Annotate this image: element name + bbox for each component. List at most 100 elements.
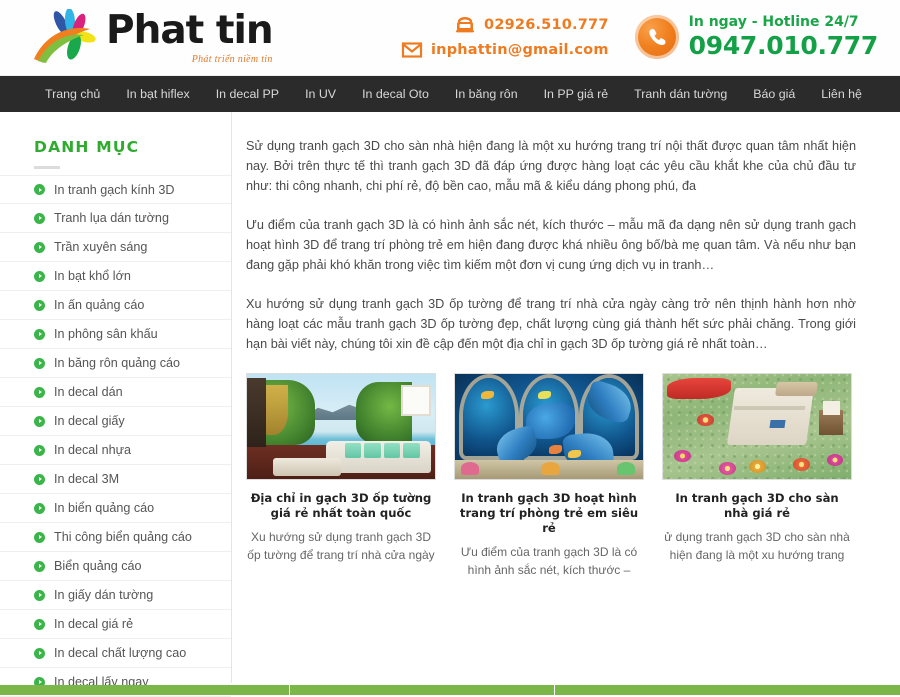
- article-card[interactable]: Địa chỉ in gạch 3D ốp tường giá rẻ nhất …: [246, 373, 436, 579]
- article-paragraph-2: Ưu điểm của tranh gạch 3D là có hình ảnh…: [246, 218, 856, 272]
- sidebar-item-in-decal-chat-luong-cao[interactable]: In decal chất lượng cao: [0, 639, 231, 668]
- sidebar-title-underline: [34, 166, 60, 169]
- telephone-icon: [454, 16, 476, 34]
- nav-item-bao-gia[interactable]: Báo giá: [740, 76, 808, 112]
- sidebar-item-label: In bạt khổ lớn: [54, 269, 131, 283]
- sidebar-item-label: In decal 3M: [54, 472, 120, 486]
- nav-item-in-decal-pp[interactable]: In decal PP: [203, 76, 292, 112]
- arrow-circle-icon: [34, 184, 45, 195]
- sidebar-item-in-tranh-gach-kinh-3d[interactable]: In tranh gạch kính 3D: [0, 175, 231, 204]
- sidebar-item-bien-quang-cao[interactable]: Biển quảng cáo: [0, 552, 231, 581]
- sidebar: DANH MỤC In tranh gạch kính 3D Tranh lụa…: [0, 112, 232, 697]
- nav-item-in-bat-hiflex[interactable]: In bạt hiflex: [113, 76, 202, 112]
- nav-item-in-bang-ron[interactable]: In băng rôn: [442, 76, 531, 112]
- article-card-title[interactable]: Địa chỉ in gạch 3D ốp tường giá rẻ nhất …: [246, 491, 436, 521]
- main-navigation: Trang chủ In bạt hiflex In decal PP In U…: [0, 76, 900, 112]
- sidebar-item-label: In phông sân khấu: [54, 327, 158, 341]
- arrow-circle-icon: [34, 212, 45, 224]
- arrow-circle-icon: [34, 647, 45, 659]
- sidebar-item-label: Thi công biển quảng cáo: [54, 530, 192, 544]
- sidebar-item-label: Trần xuyên sáng: [54, 240, 148, 254]
- sidebar-item-label: In decal giấy: [54, 414, 125, 428]
- hotline-label: In ngay - Hotline 24/7: [688, 14, 859, 31]
- sidebar-item-in-decal-dan[interactable]: In decal dán: [0, 378, 231, 407]
- sidebar-item-label: In ấn quảng cáo: [54, 298, 145, 312]
- sidebar-item-label: In biển quảng cáo: [54, 501, 155, 515]
- email-line[interactable]: inphattin@gmail.com: [401, 41, 609, 59]
- footer-segment: [555, 685, 900, 695]
- site-logo[interactable]: Phat tin Phát triển niềm tin: [30, 7, 274, 67]
- sidebar-item-in-decal-3m[interactable]: In decal 3M: [0, 465, 231, 494]
- article-card-excerpt: ử dụng tranh gạch 3D cho sàn nhà hiện đa…: [664, 530, 850, 562]
- phone-number: 02926.510.777: [484, 17, 609, 33]
- sidebar-item-label: In decal chất lượng cao: [54, 646, 187, 660]
- sidebar-item-in-decal-giay[interactable]: In decal giấy: [0, 407, 231, 436]
- sidebar-item-label: In decal giá rẻ: [54, 617, 134, 631]
- site-header: Phat tin Phát triển niềm tin 02926.510.7…: [0, 0, 900, 76]
- arrow-circle-icon: [34, 560, 45, 572]
- arrow-circle-icon: [34, 618, 45, 630]
- article-paragraph-3: Xu hướng sử dụng tranh gạch 3D ốp tường …: [246, 297, 856, 351]
- nav-item-in-pp-gia-re[interactable]: In PP giá rẻ: [531, 76, 622, 112]
- arrow-circle-icon: [34, 589, 45, 601]
- email-address: inphattin@gmail.com: [431, 42, 609, 58]
- sidebar-item-in-decal-gia-re[interactable]: In decal giá rẻ: [0, 610, 231, 639]
- article-card-title[interactable]: In tranh gạch 3D hoạt hình trang trí phò…: [454, 491, 644, 536]
- arrow-circle-icon: [34, 328, 45, 340]
- sidebar-item-label: In decal dán: [54, 385, 123, 399]
- hotline-number: 0947.010.777: [688, 31, 879, 61]
- sidebar-item-label: In băng rôn quảng cáo: [54, 356, 181, 370]
- article-card-title[interactable]: In tranh gạch 3D cho sàn nhà giá rẻ: [662, 491, 852, 521]
- nav-item-lien-he[interactable]: Liên hệ: [808, 76, 875, 112]
- sidebar-item-tran-xuyen-sang[interactable]: Trần xuyên sáng: [0, 233, 231, 262]
- page-root: Phat tin Phát triển niềm tin 02926.510.7…: [0, 0, 900, 697]
- arrow-circle-icon: [34, 357, 45, 369]
- content-area: DANH MỤC In tranh gạch kính 3D Tranh lụa…: [0, 112, 900, 697]
- hotline-block[interactable]: In ngay - Hotline 24/7 0947.010.777: [634, 14, 879, 61]
- nav-item-tranh-dan-tuong[interactable]: Tranh dán tường: [621, 76, 740, 112]
- sidebar-item-label: In tranh gạch kính 3D: [54, 182, 175, 197]
- arrow-circle-icon: [34, 444, 45, 456]
- arrow-circle-icon: [34, 473, 45, 485]
- sidebar-item-label: In decal nhựa: [54, 443, 132, 457]
- sidebar-item-in-decal-nhua[interactable]: In decal nhựa: [0, 436, 231, 465]
- sidebar-item-label: Tranh lụa dán tường: [54, 211, 169, 225]
- article-card-excerpt: Ưu điểm của tranh gạch 3D là có hình ảnh…: [460, 545, 638, 577]
- sidebar-item-in-phong-san-khau[interactable]: In phông sân khấu: [0, 320, 231, 349]
- phone-line[interactable]: 02926.510.777: [454, 16, 609, 34]
- article-card[interactable]: In tranh gạch 3D cho sàn nhà giá rẻ ử dụ…: [662, 373, 852, 579]
- sidebar-category-list: In tranh gạch kính 3D Tranh lụa dán tườn…: [0, 175, 231, 697]
- sidebar-item-thi-cong-bien-quang-cao[interactable]: Thi công biển quảng cáo: [0, 523, 231, 552]
- arrow-circle-icon: [34, 415, 45, 427]
- article-card[interactable]: In tranh gạch 3D hoạt hình trang trí phò…: [454, 373, 644, 579]
- article-card-excerpt: Xu hướng sử dụng tranh gạch 3D ốp tường …: [247, 530, 435, 562]
- article-thumbnail-living-room[interactable]: [246, 373, 436, 480]
- arrow-circle-icon: [34, 270, 45, 282]
- sidebar-item-in-bien-quang-cao[interactable]: In biển quảng cáo: [0, 494, 231, 523]
- footer-strip: [0, 685, 900, 695]
- related-articles-grid: Địa chỉ in gạch 3D ốp tường giá rẻ nhất …: [246, 373, 856, 579]
- nav-item-trang-chu[interactable]: Trang chủ: [32, 76, 113, 112]
- main-column: Sử dụng tranh gạch 3D cho sàn nhà hiện đ…: [232, 112, 900, 683]
- footer-segment: [290, 685, 555, 695]
- logo-wordmark: Phat tin: [106, 7, 274, 53]
- sidebar-item-tranh-lua-dan-tuong[interactable]: Tranh lụa dán tường: [0, 204, 231, 233]
- logo-slogan: Phát triển niềm tin: [191, 53, 273, 65]
- article-thumbnail-underwater[interactable]: [454, 373, 644, 480]
- sidebar-item-label: Biển quảng cáo: [54, 559, 142, 573]
- sidebar-item-in-an-quang-cao[interactable]: In ấn quảng cáo: [0, 291, 231, 320]
- sidebar-title: DANH MỤC: [34, 138, 140, 156]
- sidebar-item-in-bang-ron-quang-cao[interactable]: In băng rôn quảng cáo: [0, 349, 231, 378]
- arrow-circle-icon: [34, 386, 45, 398]
- arrow-circle-icon: [34, 502, 45, 514]
- sidebar-item-in-bat-kho-lon[interactable]: In bạt khổ lớn: [0, 262, 231, 291]
- sidebar-item-in-giay-dan-tuong[interactable]: In giấy dán tường: [0, 581, 231, 610]
- article-thumbnail-bedroom-floor[interactable]: [662, 373, 852, 480]
- logo-flower-icon: [30, 7, 104, 67]
- phone-handset-icon: [634, 15, 679, 60]
- nav-item-in-decal-oto[interactable]: In decal Oto: [349, 76, 442, 112]
- nav-item-in-uv[interactable]: In UV: [292, 76, 349, 112]
- arrow-circle-icon: [34, 531, 45, 543]
- envelope-icon: [401, 41, 423, 59]
- article-paragraph-1: Sử dụng tranh gạch 3D cho sàn nhà hiện đ…: [246, 139, 856, 193]
